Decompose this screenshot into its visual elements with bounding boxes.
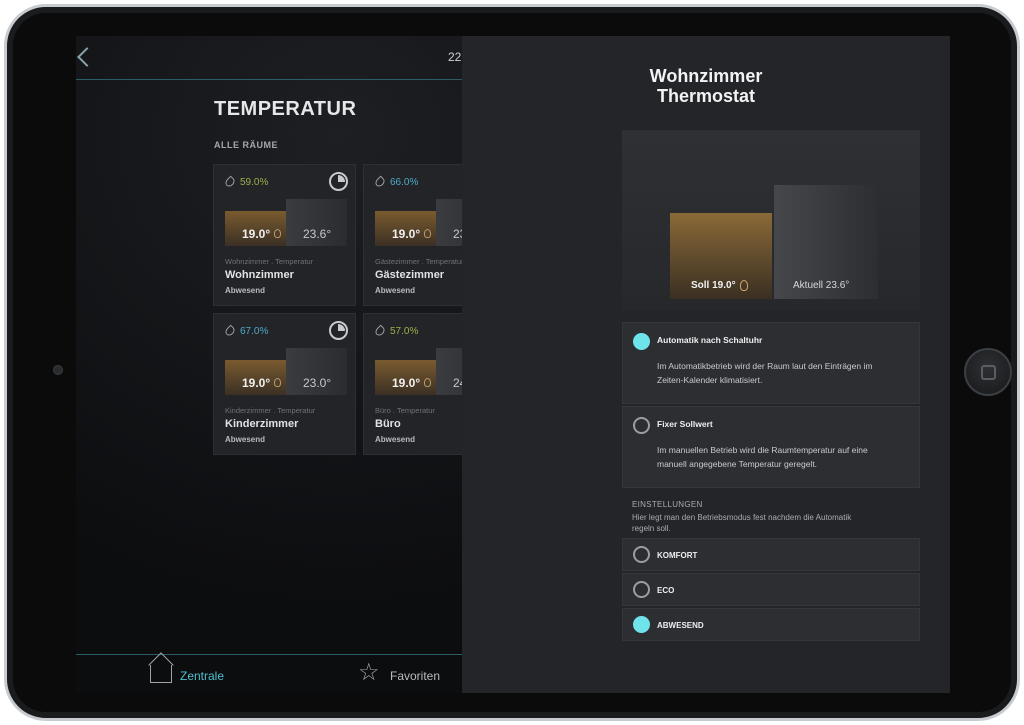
room-name: Kinderzimmer	[225, 418, 299, 430]
humidity-drop-icon	[223, 324, 237, 338]
room-status: Abwesend	[225, 435, 266, 444]
app-screen: 22 TEMPERATUR ALLE RÄUME 59.0% 19.0° 23.…	[76, 36, 950, 693]
panel-title-line2: Thermostat	[656, 86, 755, 106]
room-status: Abwesend	[375, 286, 416, 295]
humidity-drop-icon	[373, 175, 387, 189]
room-card-wohnzimmer[interactable]: 59.0% 19.0° 23.6° Wohnzimmer . Temperatu…	[213, 164, 356, 306]
setpoint-value: 19.0°	[392, 227, 421, 241]
setpoint-value: 19.0°	[392, 376, 421, 390]
flame-icon	[740, 280, 748, 291]
mode-description: Im manuellen Betrieb wird die Raumtemper…	[657, 445, 868, 469]
flame-icon	[424, 229, 431, 238]
room-name: Wohnzimmer	[225, 269, 294, 281]
flame-icon	[274, 378, 281, 387]
humidity-value: 67.0%	[240, 326, 269, 337]
nav-zentrale[interactable]: Zentrale	[180, 669, 224, 683]
option-label: ABWESEND	[657, 621, 704, 630]
setpoint-value: 19.0°	[242, 376, 271, 390]
option-label: KOMFORT	[657, 551, 698, 560]
room-card-kinderzimmer[interactable]: 67.0% 19.0° 23.0° Kinderzimmer . Tempera…	[213, 313, 356, 455]
clock: 22	[448, 50, 462, 64]
room-subtitle: Kinderzimmer . Temperatur	[225, 406, 316, 415]
timer-icon	[329, 321, 348, 340]
nav-favoriten[interactable]: Favoriten	[390, 669, 440, 683]
timer-icon	[329, 172, 348, 191]
mode-description: Im Automatikbetrieb wird der Raum laut d…	[657, 361, 873, 385]
humidity-value: 59.0%	[240, 177, 269, 188]
settings-heading: EINSTELLUNGEN	[632, 500, 703, 509]
room-name: Büro	[375, 418, 401, 430]
home-button[interactable]	[964, 348, 1012, 396]
panel-title-line1: Wohnzimmer	[649, 66, 763, 86]
section-label: ALLE RÄUME	[214, 140, 278, 150]
mode-automatik[interactable]: Automatik nach Schaltuhr Im Automatikbet…	[622, 322, 920, 404]
back-arrow-icon[interactable]	[77, 47, 97, 67]
room-status: Abwesend	[225, 286, 266, 295]
home-button-icon	[981, 365, 996, 380]
star-icon[interactable]: ☆	[358, 661, 380, 685]
home-icon[interactable]	[150, 665, 172, 683]
page-title: TEMPERATUR	[214, 98, 357, 120]
settings-description: Hier legt man den Betriebsmodus fest nac…	[632, 513, 852, 533]
option-abwesend[interactable]: ABWESEND	[622, 608, 920, 641]
mode-title: Automatik nach Schaltuhr	[657, 335, 763, 345]
front-camera	[53, 365, 63, 375]
room-status: Abwesend	[375, 435, 416, 444]
temperature-chart: Soll 19.0° Aktuell 23.6°	[622, 130, 920, 310]
mode-title: Fixer Sollwert	[657, 419, 713, 429]
option-eco[interactable]: ECO	[622, 573, 920, 606]
radio-fixer-sollwert[interactable]	[633, 417, 650, 434]
actual-value: 23.0°	[303, 376, 332, 390]
setpoint-label: Soll 19.0°	[691, 280, 736, 291]
mode-fixer-sollwert[interactable]: Fixer Sollwert Im manuellen Betrieb wird…	[622, 406, 920, 488]
panel-title: Wohnzimmer Thermostat	[462, 66, 950, 106]
room-subtitle: Gästezimmer . Temperatur	[375, 257, 464, 266]
option-komfort[interactable]: KOMFORT	[622, 538, 920, 571]
humidity-drop-icon	[373, 324, 387, 338]
radio-abwesend[interactable]	[633, 616, 650, 633]
setpoint-value: 19.0°	[242, 227, 271, 241]
radio-automatik[interactable]	[633, 333, 650, 350]
radio-komfort[interactable]	[633, 546, 650, 563]
humidity-drop-icon	[223, 175, 237, 189]
flame-icon	[274, 229, 281, 238]
radio-eco[interactable]	[633, 581, 650, 598]
humidity-value: 66.0%	[390, 177, 419, 188]
actual-value: 23.6°	[303, 227, 332, 241]
room-subtitle: Büro . Temperatur	[375, 406, 435, 415]
flame-icon	[424, 378, 431, 387]
actual-label: Aktuell 23.6°	[793, 280, 850, 291]
humidity-value: 57.0%	[390, 326, 419, 337]
room-subtitle: Wohnzimmer . Temperatur	[225, 257, 314, 266]
room-name: Gästezimmer	[375, 269, 445, 281]
thermostat-panel: Wohnzimmer Thermostat Soll 19.0° Aktuell…	[462, 36, 950, 693]
option-label: ECO	[657, 586, 675, 595]
